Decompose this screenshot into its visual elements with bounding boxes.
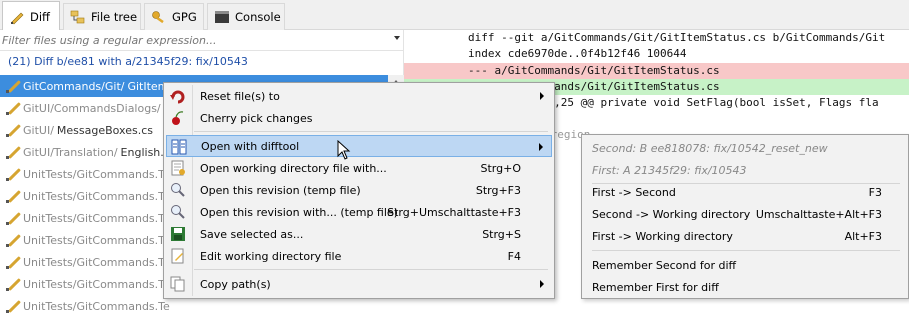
modified-icon bbox=[6, 233, 20, 247]
modified-icon bbox=[6, 167, 20, 181]
difftool-icon bbox=[171, 139, 187, 155]
menu-item-cherry-pick[interactable]: Cherry pick changes bbox=[166, 107, 552, 129]
filter-bar bbox=[0, 30, 404, 51]
tab-gpg-label: GPG bbox=[172, 10, 197, 24]
diff-group-header[interactable]: (21) Diff b/ee81 with a/21345f29: fix/10… bbox=[8, 55, 248, 68]
modified-icon bbox=[6, 299, 20, 313]
tab-diff[interactable]: Diff bbox=[2, 1, 60, 31]
tab-console-label: Console bbox=[235, 10, 281, 24]
submenu-arrow-icon bbox=[539, 143, 543, 151]
diff-line-removed: --- a/GitCommands/Git/GitItemStatus.cs bbox=[404, 63, 909, 79]
reset-icon bbox=[170, 88, 186, 104]
submenu-item-remember-first[interactable]: Remember First for diff bbox=[592, 276, 902, 298]
menu-separator bbox=[194, 131, 548, 132]
menu-item-open-working-dir-file-with[interactable]: Open working directory file with... Strg… bbox=[166, 157, 552, 179]
magnifier-icon bbox=[170, 182, 186, 198]
edit-file-icon bbox=[170, 248, 186, 264]
tab-gpg[interactable]: GPG bbox=[144, 3, 204, 30]
modified-icon bbox=[6, 255, 20, 269]
save-icon bbox=[170, 226, 186, 242]
magnifier-icon bbox=[170, 204, 186, 220]
menu-separator bbox=[194, 269, 548, 270]
submenu-item-first-to-working-dir[interactable]: First -> Working directory Alt+F3 bbox=[592, 225, 902, 247]
difftool-submenu: Second: B ee818078: fix/10542_reset_new … bbox=[581, 134, 909, 299]
modified-icon bbox=[6, 277, 20, 291]
submenu-second-info: Second: B ee818078: fix/10542_reset_new bbox=[592, 141, 828, 155]
open-file-icon bbox=[170, 160, 186, 176]
submenu-item-remember-second[interactable]: Remember Second for diff bbox=[592, 254, 902, 276]
menu-item-edit-working-dir-file[interactable]: Edit working directory file F4 bbox=[166, 245, 552, 267]
menu-item-copy-paths[interactable]: Copy path(s) bbox=[166, 273, 552, 295]
diff-line: index cde6970de..0f4b12f46 100644 bbox=[468, 47, 687, 60]
diff-line: diff --git a/GitCommands/Git/GitItemStat… bbox=[468, 31, 886, 44]
tab-file-tree[interactable]: File tree bbox=[63, 3, 141, 30]
submenu-item-first-to-second[interactable]: First -> Second F3 bbox=[592, 181, 902, 203]
modified-icon bbox=[6, 79, 20, 93]
tab-console[interactable]: Console bbox=[207, 3, 285, 30]
menu-item-open-with-difftool[interactable]: Open with difftool bbox=[166, 135, 552, 157]
file-tree-icon bbox=[70, 9, 86, 25]
tab-diff-label: Diff bbox=[30, 9, 50, 24]
filter-input[interactable] bbox=[2, 32, 382, 49]
diff-icon bbox=[9, 9, 25, 25]
tab-strip: Diff File tree GPG Console bbox=[0, 0, 909, 31]
context-menu: Reset file(s) to Cherry pick changes Ope… bbox=[163, 82, 555, 299]
modified-icon bbox=[6, 101, 20, 115]
menu-item-open-revision-temp[interactable]: Open this revision (temp file) Strg+F3 bbox=[166, 179, 552, 201]
modified-icon bbox=[6, 189, 20, 203]
submenu-first-info: First: A 21345f29: fix/10543 bbox=[592, 163, 747, 177]
menu-separator bbox=[592, 250, 900, 251]
submenu-arrow-icon bbox=[540, 92, 544, 100]
mouse-cursor-icon bbox=[337, 139, 351, 160]
modified-icon bbox=[6, 123, 20, 137]
key-icon bbox=[151, 9, 167, 25]
submenu-arrow-icon bbox=[540, 280, 544, 288]
console-icon bbox=[214, 9, 230, 25]
copy-icon bbox=[170, 276, 186, 292]
tab-file-tree-label: File tree bbox=[91, 10, 138, 24]
submenu-item-second-to-working-dir[interactable]: Second -> Working directory Umschalttast… bbox=[592, 203, 902, 225]
cherry-icon bbox=[170, 110, 186, 126]
menu-item-save-selected-as[interactable]: Save selected as... Strg+S bbox=[166, 223, 552, 245]
modified-icon bbox=[6, 145, 20, 159]
menu-item-open-revision-with-temp[interactable]: Open this revision with... (temp file) S… bbox=[166, 201, 552, 223]
modified-icon bbox=[6, 211, 20, 225]
chevron-down-icon[interactable] bbox=[394, 36, 400, 40]
menu-item-reset-files[interactable]: Reset file(s) to bbox=[166, 85, 552, 107]
